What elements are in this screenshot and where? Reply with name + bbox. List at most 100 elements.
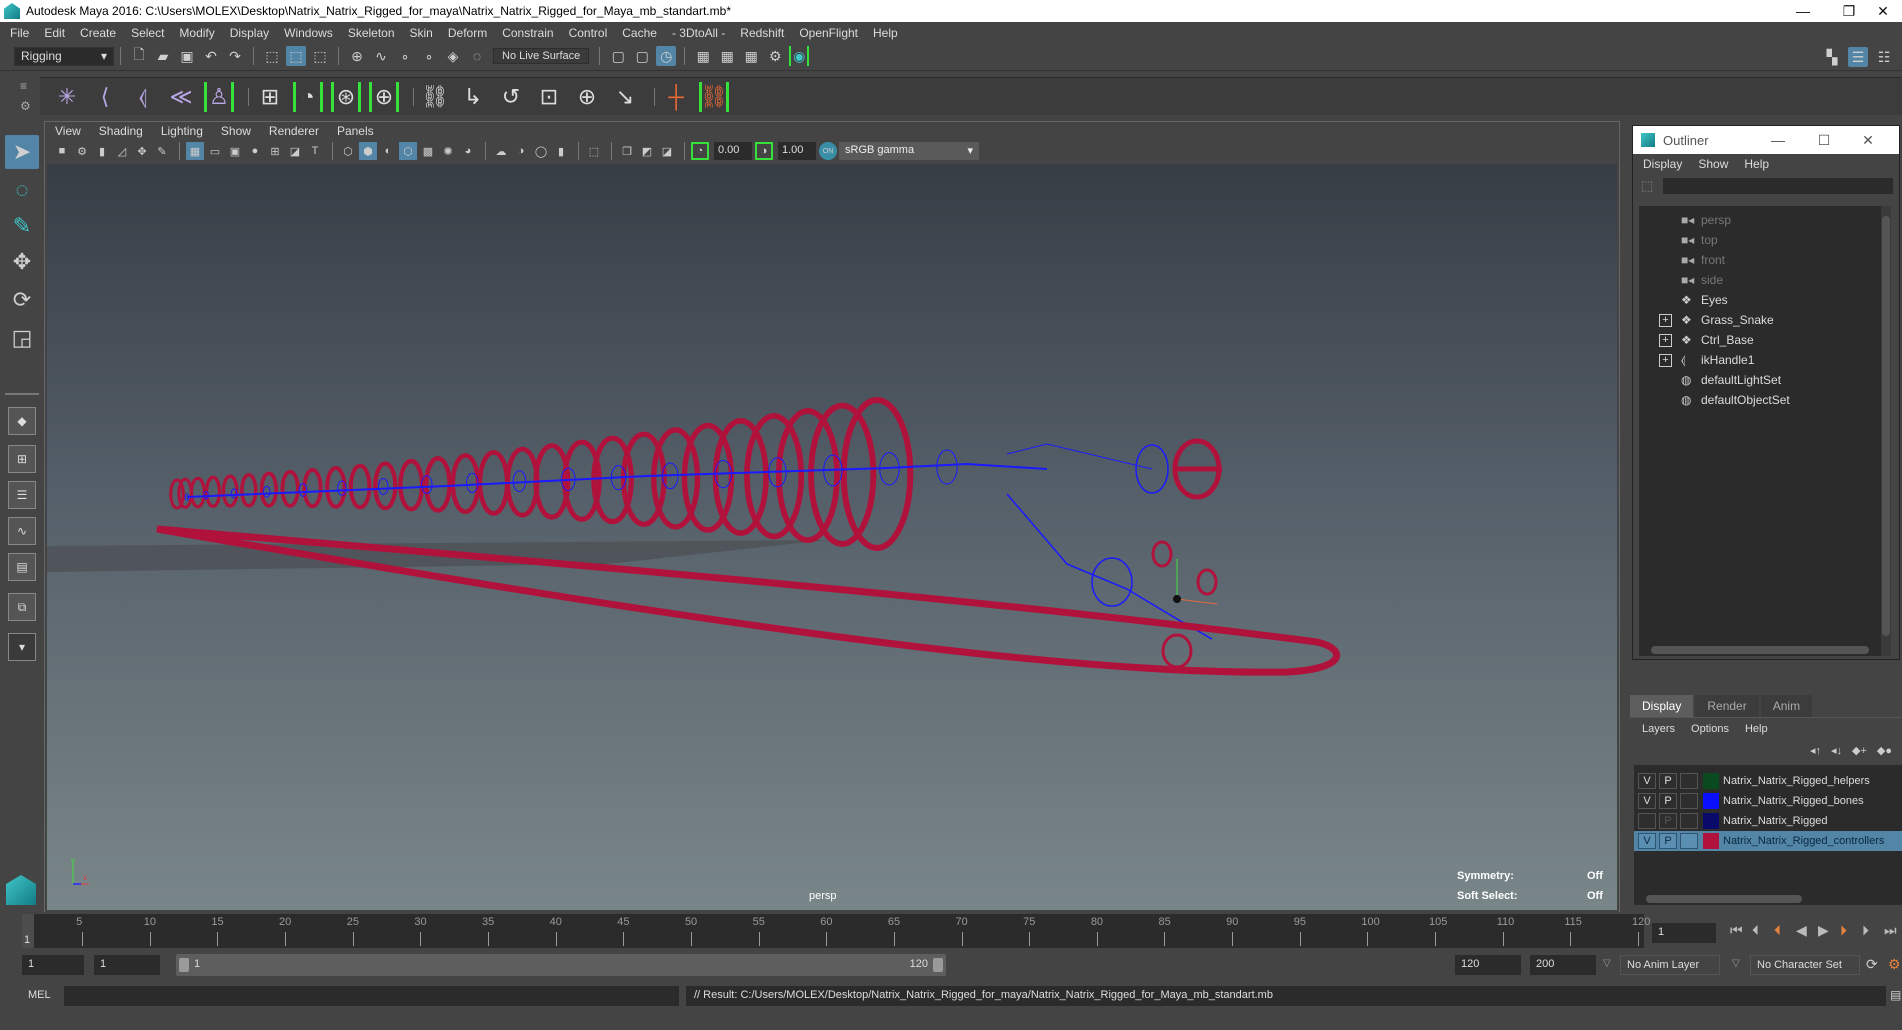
point-constraint-icon[interactable]: ↳ xyxy=(458,82,488,112)
input-ops-icon[interactable]: ▢ xyxy=(608,46,628,66)
outliner-menu-help[interactable]: Help xyxy=(1744,157,1769,171)
open-scene-icon[interactable]: ▰ xyxy=(153,46,173,66)
menu-redshift[interactable]: Redshift xyxy=(740,26,784,40)
menu-file[interactable]: File xyxy=(10,26,29,40)
layer-color-swatch[interactable] xyxy=(1703,773,1719,789)
chevron-down-icon[interactable]: ▽ xyxy=(1603,958,1611,969)
script-editor-icon[interactable]: ▤ xyxy=(1890,988,1901,1002)
new-scene-icon[interactable]: 🗋 xyxy=(129,46,149,66)
attribute-editor-toggle-icon[interactable]: ☰ xyxy=(1848,47,1868,67)
shelf-menu-icon[interactable]: ≡ xyxy=(20,79,27,93)
tab-anim[interactable]: Anim xyxy=(1760,695,1813,717)
menu-display[interactable]: Display xyxy=(230,26,269,40)
animation-end-field[interactable]: 200 xyxy=(1530,955,1596,975)
outliner-minimize-button[interactable]: — xyxy=(1763,126,1793,154)
wireframe-on-shaded-icon[interactable]: ⬡ xyxy=(399,142,417,160)
range-start-handle[interactable] xyxy=(179,958,189,972)
render-view-icon[interactable]: ▦ xyxy=(693,46,713,66)
gamma-icon[interactable]: ◑ xyxy=(755,142,773,160)
range-end-handle[interactable] xyxy=(933,958,943,972)
xray-joints-icon[interactable]: ◪ xyxy=(658,142,676,160)
four-view-layout-icon[interactable]: ⊞ xyxy=(8,445,36,473)
close-button[interactable]: ✕ xyxy=(1860,0,1902,22)
outliner-menu-display[interactable]: Display xyxy=(1643,157,1682,171)
smooth-bind-icon[interactable]: ◔ xyxy=(293,81,323,112)
command-input[interactable] xyxy=(64,986,679,1006)
snap-surface-icon[interactable]: ◈ xyxy=(443,46,463,66)
panel-menu-panels[interactable]: Panels xyxy=(337,124,374,138)
menu-modify[interactable]: Modify xyxy=(179,26,214,40)
range-slider[interactable]: 1 120 xyxy=(176,954,946,976)
layer-playback-toggle[interactable]: P xyxy=(1659,833,1677,849)
parent-constraint-icon[interactable]: ⛓ xyxy=(420,82,450,112)
gamma-field[interactable]: 1.00 xyxy=(778,142,816,160)
view-transform-dropdown[interactable]: sRGB gamma ▾ xyxy=(839,142,979,160)
menu-openflight[interactable]: OpenFlight xyxy=(799,26,858,40)
snap-live-icon[interactable]: ◌ xyxy=(467,46,487,66)
timeline-track[interactable]: 5 10 15 20 25 30 35 40 45 50 55 60 65 70 75 80 85 90 95 100… xyxy=(22,914,1650,948)
select-object-icon[interactable]: ⬚ xyxy=(286,46,306,66)
outliner-maximize-button[interactable]: ☐ xyxy=(1809,126,1839,154)
resolution-gate-icon[interactable]: ▣ xyxy=(226,142,244,160)
safe-action-icon[interactable]: ◪ xyxy=(286,142,304,160)
motion-blur-icon[interactable]: ◑ xyxy=(512,142,530,160)
viewport-3d[interactable]: Symmetry: Off Soft Select: Off persp y x xyxy=(47,164,1617,910)
cluster-icon[interactable]: ⊕ xyxy=(369,81,399,112)
select-component-icon[interactable]: ⬚ xyxy=(310,46,330,66)
outliner-horizontal-scrollbar[interactable] xyxy=(1639,644,1881,656)
scale-tool-icon[interactable]: ◲ xyxy=(5,321,39,355)
outliner-search-input[interactable] xyxy=(1663,178,1893,194)
snap-point-icon[interactable]: ∘ xyxy=(395,46,415,66)
image-plane-icon[interactable]: ◿ xyxy=(113,142,131,160)
menu-constrain[interactable]: Constrain xyxy=(502,26,553,40)
playback-start-field[interactable]: 1 xyxy=(94,955,160,975)
menu-edit[interactable]: Edit xyxy=(44,26,65,40)
red-cross-icon[interactable]: ┼ xyxy=(661,82,691,112)
menu-select[interactable]: Select xyxy=(131,26,164,40)
outliner-vertical-scrollbar[interactable] xyxy=(1881,206,1891,656)
layer-row[interactable]: V P Natrix_Natrix_Rigged_bones xyxy=(1634,791,1902,811)
hypershade-icon[interactable]: ◉ xyxy=(789,46,810,66)
exposure-field[interactable]: 0.00 xyxy=(714,142,752,160)
outliner-item[interactable]: ■◂ persp xyxy=(1639,210,1891,230)
bind-skin-icon[interactable]: ≪ xyxy=(166,82,196,112)
screen-space-ao-icon[interactable]: ☁ xyxy=(492,142,510,160)
safe-title-icon[interactable]: T xyxy=(306,142,324,160)
shelf-settings-icon[interactable]: ⚙ xyxy=(20,99,31,113)
layer-display-type-toggle[interactable] xyxy=(1680,793,1698,809)
panel-menu-renderer[interactable]: Renderer xyxy=(269,124,319,138)
layer-menu-help[interactable]: Help xyxy=(1745,723,1768,735)
lasso-tool-icon[interactable]: ◌ xyxy=(5,173,39,207)
snap-grid-icon[interactable]: ⊕ xyxy=(347,46,367,66)
isolate-select-icon[interactable]: ⬚ xyxy=(585,142,603,160)
pole-vector-icon[interactable]: ↘ xyxy=(610,82,640,112)
script-language-toggle[interactable]: MEL xyxy=(28,989,51,1001)
anti-aliasing-icon[interactable]: ◯ xyxy=(532,142,550,160)
exposure-icon[interactable]: ◔ xyxy=(691,142,709,160)
single-perspective-layout-icon[interactable]: ◆ xyxy=(8,407,36,435)
render-settings-icon[interactable]: ⚙ xyxy=(765,46,785,66)
menu-3dtoall[interactable]: - 3DtoAll - xyxy=(672,26,725,40)
outliner-item[interactable]: ◍ defaultLightSet xyxy=(1639,370,1891,390)
new-layer-from-selected-icon[interactable]: ◆● xyxy=(1877,744,1892,757)
anim-layer-dropdown[interactable]: No Anim Layer xyxy=(1620,955,1720,975)
menu-windows[interactable]: Windows xyxy=(284,26,333,40)
layer-display-type-toggle[interactable] xyxy=(1680,773,1698,789)
go-to-end-icon[interactable]: ⏭ xyxy=(1884,922,1897,939)
wireframe-icon[interactable]: ⬡ xyxy=(339,142,357,160)
filter-icon[interactable]: ⬚ xyxy=(1641,178,1653,194)
field-chart-icon[interactable]: ⊞ xyxy=(266,142,284,160)
shade-default-material-icon[interactable]: ◐ xyxy=(379,142,397,160)
layer-menu-options[interactable]: Options xyxy=(1691,723,1729,735)
menu-skin[interactable]: Skin xyxy=(410,26,433,40)
rotate-tool-icon[interactable]: ⟳ xyxy=(5,283,39,317)
playback-end-field[interactable]: 120 xyxy=(1455,955,1521,975)
menu-create[interactable]: Create xyxy=(80,26,116,40)
layer-display-type-toggle[interactable] xyxy=(1680,833,1698,849)
film-gate-icon[interactable]: ▭ xyxy=(206,142,224,160)
menu-control[interactable]: Control xyxy=(569,26,608,40)
outliner-item[interactable]: + ⦉ ikHandle1 xyxy=(1639,350,1891,370)
tool-settings-toggle-icon[interactable]: ☷ xyxy=(1874,47,1894,67)
use-all-lights-icon[interactable]: ✺ xyxy=(439,142,457,160)
expand-icon[interactable]: + xyxy=(1659,313,1672,327)
